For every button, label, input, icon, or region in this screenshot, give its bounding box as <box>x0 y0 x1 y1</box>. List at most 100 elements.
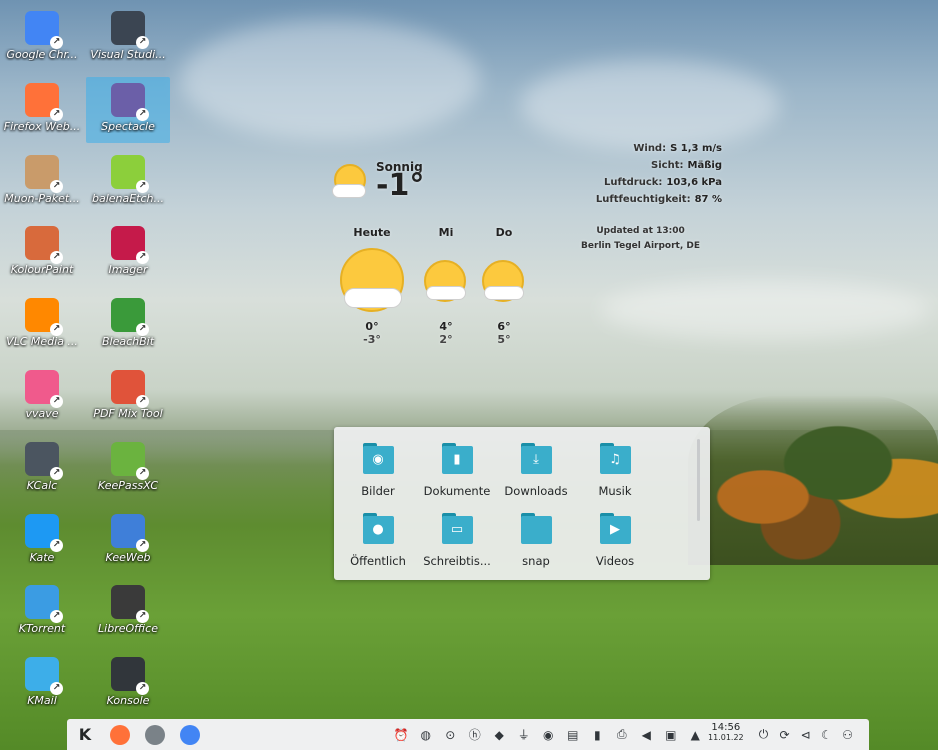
firefox-icon <box>110 724 130 745</box>
forecast-day-label: Do <box>495 226 513 239</box>
desktop-icon[interactable]: Muon-Paket... <box>0 149 84 215</box>
keepassxc-tray-icon[interactable]: ⊙ <box>438 728 463 742</box>
battery-icon[interactable]: ▮ <box>585 728 610 742</box>
keepass-icon <box>111 441 149 480</box>
weather-detail-value: S 1,3 m/s <box>670 143 722 154</box>
mail-icon <box>25 657 63 696</box>
weather-widget[interactable]: Sonnig -1° Wind: S 1,3 m/s Sicht: Mäßig Lu… <box>330 140 730 360</box>
folder-item[interactable]: snap <box>498 513 574 568</box>
weather-detail-value: 103,6 kPa <box>666 177 722 188</box>
taskbar-app[interactable] <box>174 721 206 749</box>
forecast-high: 0° <box>365 320 379 333</box>
restart-icon[interactable]: ⟳ <box>774 728 795 742</box>
forecast-day-label: Mi <box>438 226 454 239</box>
terminal-icon <box>111 657 149 696</box>
taskbar-app[interactable] <box>139 721 171 749</box>
desktop-icon[interactable]: balenaEtch... <box>86 149 170 215</box>
desktop-icon-label: Google Chr... <box>6 48 78 61</box>
desktop-icon[interactable]: KTorrent <box>0 579 84 645</box>
taskbar-app[interactable] <box>104 721 136 749</box>
printer-icon[interactable]: ⎙ <box>610 727 635 742</box>
sky-cloud <box>520 60 780 150</box>
desktop-icon[interactable]: LibreOffice <box>86 579 170 645</box>
video-icon: ▶ <box>599 513 631 544</box>
clock-date: 11.01.22 <box>708 733 744 742</box>
kate-icon <box>25 513 63 552</box>
weather-detail-row: Luftdruck: 103,6 kPa <box>596 174 722 191</box>
forecast-low: 5° <box>497 333 511 346</box>
folder-label: Musik <box>598 484 632 498</box>
desktop-icon[interactable]: Kate <box>0 508 84 574</box>
folder-label: snap <box>522 554 550 568</box>
night-color-icon[interactable]: ☾ <box>816 728 837 742</box>
folder-label: Downloads <box>504 484 568 498</box>
folder-label: Dokumente <box>423 484 491 498</box>
desktop-icon[interactable]: Spectacle <box>86 76 170 143</box>
clipboard-icon[interactable]: ▤ <box>561 728 586 742</box>
alarm-icon[interactable]: ⏰ <box>389 728 414 742</box>
folder-item[interactable]: ● Öffentlich <box>340 513 416 568</box>
weather-update-info: Updated at 13:00 Berlin Tegel Airport, D… <box>581 224 700 254</box>
digital-clock[interactable]: 14:56 11.01.22 <box>708 723 744 743</box>
kde-menu-icon[interactable]: K <box>69 721 101 749</box>
folder-item[interactable]: ▮ Dokumente <box>419 443 495 498</box>
record-icon[interactable]: ◉ <box>536 728 561 742</box>
chrome-icon <box>180 724 200 745</box>
desktop-icon-label: KolourPaint <box>10 263 74 277</box>
desktop-icon-label: VLC Media ... <box>6 335 78 349</box>
desktop-icon-label: BleachBit <box>101 335 155 349</box>
desktop-icon[interactable]: VLC Media ... <box>0 292 84 358</box>
desktop-icon[interactable]: KeeWeb <box>86 508 170 574</box>
file-manager-icon <box>145 724 165 745</box>
plasma-browser-icon[interactable]: ◆ <box>487 728 512 742</box>
sun-cloud-icon-cloud <box>484 286 524 300</box>
weather-detail-label: Sicht: <box>651 160 684 171</box>
folder-item[interactable]: ▶ Videos <box>577 513 653 568</box>
desktop-icon-label: Firefox Web... <box>3 119 81 133</box>
desktop-icon-label: Imager <box>108 263 148 277</box>
usb-icon[interactable]: ⏚ <box>512 726 537 743</box>
folder-item[interactable]: ◉ Bilder <box>340 443 416 498</box>
desktop-icon-label: LibreOffice <box>98 622 158 636</box>
download-icon: ⤓ <box>520 443 552 474</box>
desktop-icon[interactable]: Imager <box>86 220 170 286</box>
weather-station: Berlin Tegel Airport, DE <box>581 241 700 251</box>
desktop-icon[interactable]: BleachBit <box>86 292 170 358</box>
hp-icon[interactable]: ⓗ <box>463 726 488 743</box>
desktop-icon[interactable]: Konsole <box>86 651 170 717</box>
forecast-day: Do <box>482 226 526 239</box>
power-icon[interactable]: ⏻ <box>753 727 774 742</box>
desktop-icon[interactable]: Visual Studi... <box>86 5 170 71</box>
weather-detail-label: Luftdruck: <box>604 177 663 188</box>
folder-item[interactable]: ⤓ Downloads <box>498 443 574 498</box>
chrome-tray-icon[interactable]: ◍ <box>414 728 439 742</box>
sun-cloud-icon-cloud <box>344 288 402 308</box>
folder-label: Videos <box>595 554 635 568</box>
network-icon[interactable]: ▣ <box>659 728 684 742</box>
volume-icon[interactable]: ◀ <box>634 728 659 742</box>
desktop-icon[interactable]: KMail <box>0 651 84 717</box>
weather-details: Wind: S 1,3 m/s Sicht: Mäßig Luftdruck: 103… <box>596 140 722 208</box>
forecast-temps: 6° 5° <box>482 320 526 346</box>
desktop-icon[interactable]: vvave <box>0 364 84 430</box>
folder-item[interactable]: ▭ Schreibtis... <box>419 513 495 568</box>
camera-icon: ◉ <box>362 443 394 474</box>
tray-expand-icon[interactable]: ▲ <box>683 728 708 742</box>
desktop-icon[interactable]: Google Chr... <box>0 5 84 71</box>
desktop-icon[interactable]: KeePassXC <box>86 436 170 502</box>
desktop-icon[interactable]: Firefox Web... <box>0 77 84 143</box>
back-icon[interactable]: ⊲ <box>795 728 816 742</box>
folder-item[interactable]: ♫ Musik <box>577 443 653 498</box>
desktop-icon[interactable]: KolourPaint <box>0 220 84 286</box>
desktop-icon-label: KCalc <box>26 478 58 492</box>
folder-icon <box>520 513 552 544</box>
forecast-day: Mi <box>424 226 468 239</box>
user-switch-icon[interactable]: ⚇ <box>837 728 858 742</box>
panel-scrollbar[interactable] <box>697 439 700 521</box>
weather-detail-value: Mäßig <box>687 160 722 171</box>
desktop-icon[interactable]: PDF Mix Tool <box>86 364 170 430</box>
desktop-icon-label: Spectacle <box>101 119 155 133</box>
desktop-icon[interactable]: KCalc <box>0 436 84 502</box>
weather-detail-value: 87 % <box>694 194 722 205</box>
system-tray: ⏰ ◍ ⊙ ⓗ ◆ ⏚ ◉ ▤ ▮ ⎙ ◀ ▣ ▲ <box>389 719 708 750</box>
